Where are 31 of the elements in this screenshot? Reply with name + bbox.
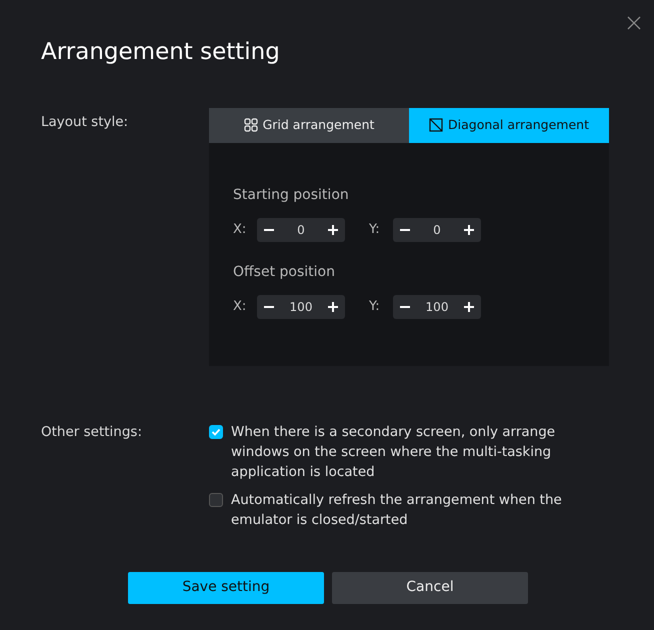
axis-label: X: bbox=[233, 221, 248, 240]
diagonal-square-icon bbox=[429, 118, 443, 132]
axis-label: Y: bbox=[369, 298, 381, 316]
field-label: Layout style: bbox=[41, 112, 130, 132]
number-stepper[interactable]: 0 bbox=[393, 218, 481, 242]
plus-icon[interactable] bbox=[326, 224, 339, 236]
stepper-value: 100 bbox=[426, 298, 448, 316]
grid-icon bbox=[244, 118, 258, 132]
number-stepper[interactable]: 0 bbox=[257, 218, 345, 242]
cancel-button[interactable]: Cancel bbox=[332, 572, 528, 604]
number-stepper[interactable]: 100 bbox=[257, 294, 345, 319]
checkbox-label: Automatically refresh the arrangement when the emulator is closed/started bbox=[231, 490, 563, 530]
plus-icon[interactable] bbox=[463, 300, 475, 313]
section-heading: Offset position bbox=[233, 262, 336, 282]
stepper-value: 0 bbox=[297, 222, 305, 239]
checkbox[interactable] bbox=[209, 424, 223, 439]
number-stepper[interactable]: 100 bbox=[393, 294, 481, 319]
stepper-value: 100 bbox=[290, 298, 312, 316]
save-button[interactable]: Save setting bbox=[128, 572, 324, 604]
tab[interactable]: Diagonal arrangement bbox=[409, 108, 609, 143]
checkbox-label: When there is a secondary screen, only arrange windows on the screen where the multi-tasking application is located bbox=[231, 422, 556, 482]
plus-icon[interactable] bbox=[327, 300, 339, 313]
field-label: Other settings: bbox=[41, 422, 144, 442]
tab[interactable]: Grid arrangement bbox=[209, 108, 409, 143]
axis-label: X: bbox=[233, 298, 248, 316]
stepper-value: 0 bbox=[433, 222, 441, 239]
plus-icon[interactable] bbox=[462, 224, 475, 236]
checkbox[interactable] bbox=[209, 492, 223, 507]
axis-label: Y: bbox=[369, 221, 381, 240]
window-title: Arrangement setting bbox=[41, 38, 281, 67]
section-heading: Starting position bbox=[233, 186, 350, 205]
